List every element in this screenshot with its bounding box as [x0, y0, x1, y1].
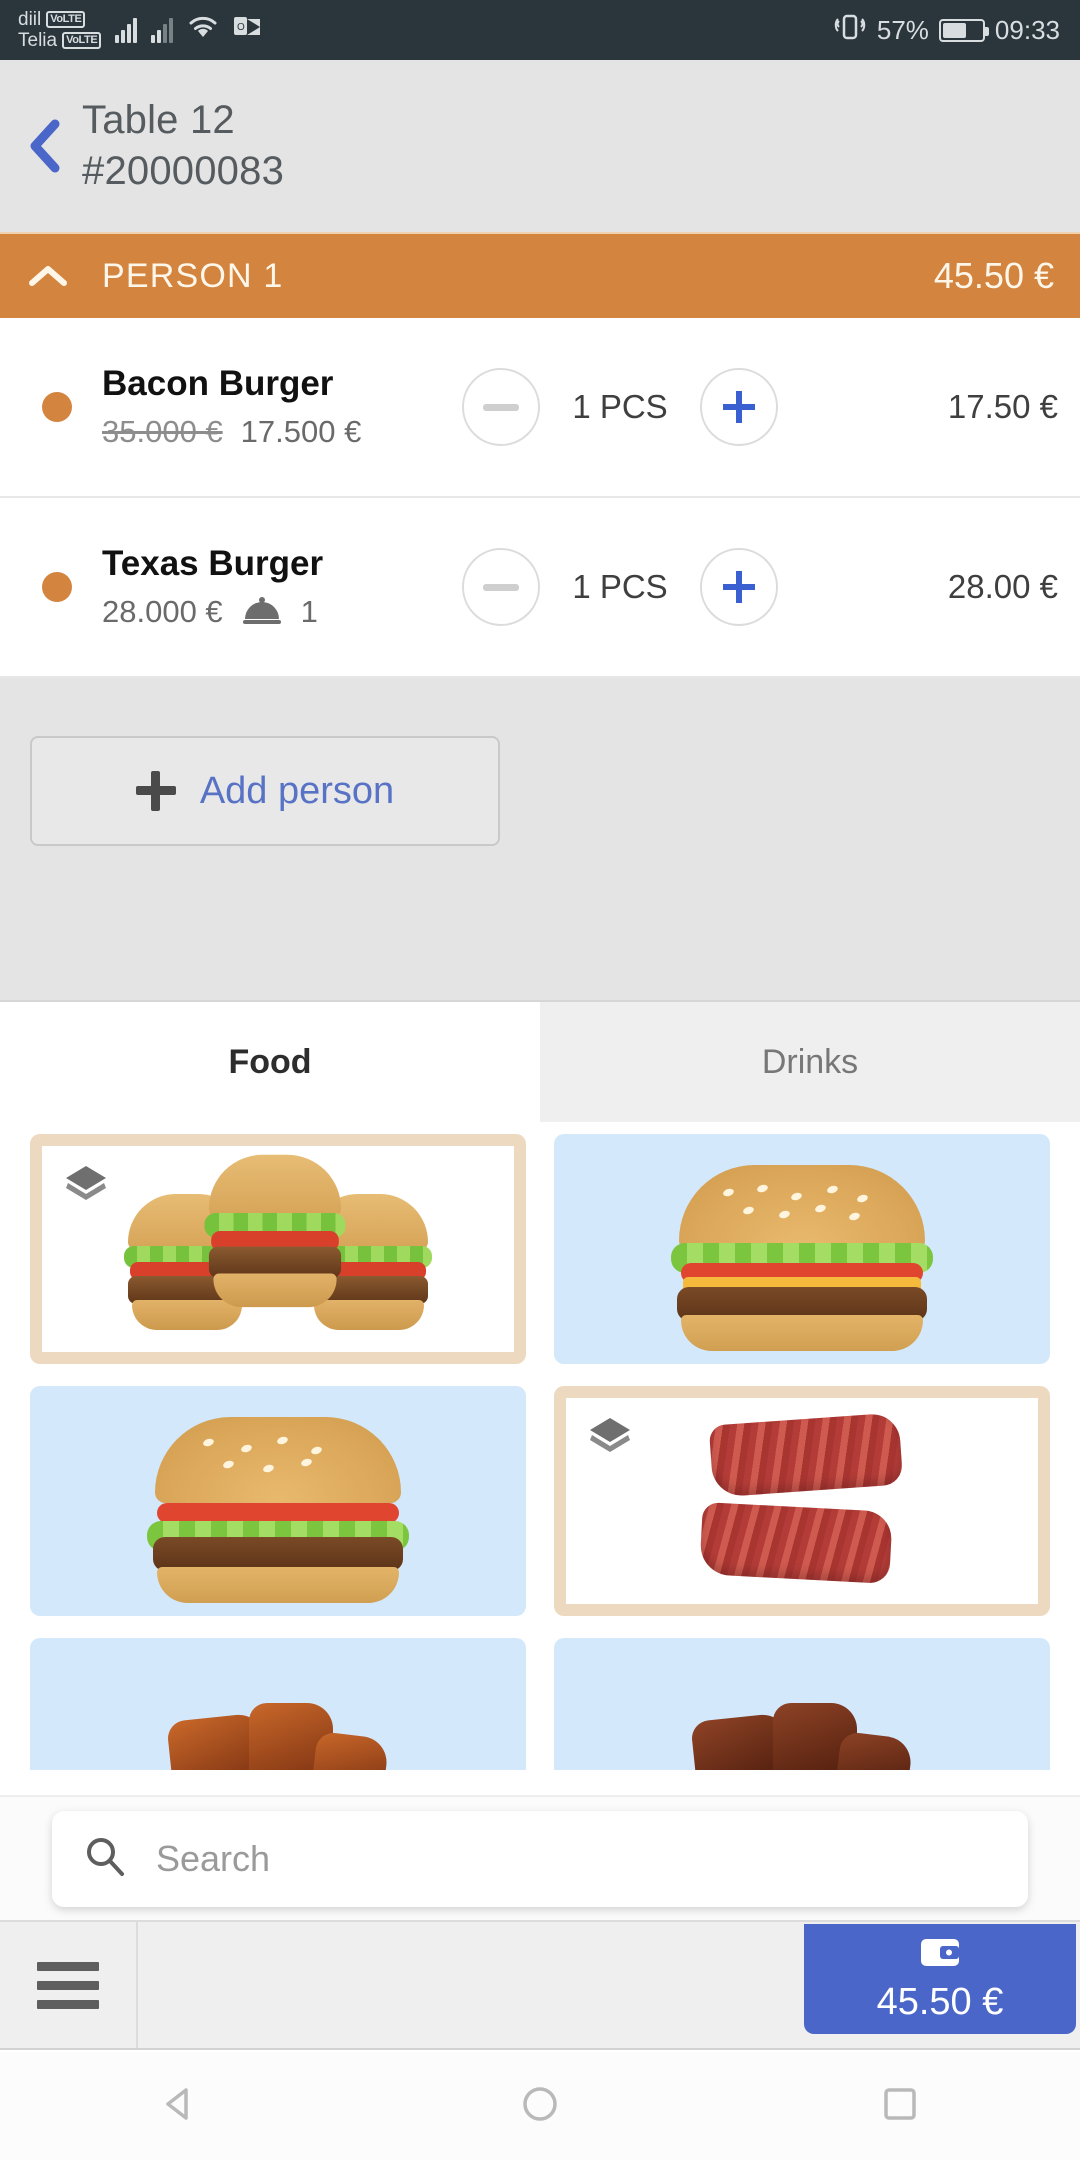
add-person-area: Add person — [0, 678, 1080, 1000]
item-status-dot — [42, 572, 72, 602]
item-price-line: 35.000 € 17.500 € — [102, 414, 462, 450]
add-person-label: Add person — [199, 769, 395, 812]
item-line-total: 17.50 € — [947, 388, 1058, 425]
roast-art — [687, 1693, 917, 1770]
item-name: Bacon Burger — [102, 364, 334, 403]
battery-icon — [938, 18, 989, 42]
nav-home-icon[interactable] — [517, 2081, 563, 2132]
layers-icon — [60, 1160, 112, 1217]
search-field[interactable]: Search — [52, 1811, 1028, 1907]
status-bar-left: diil VoLTE Telia VoLTE O — [18, 8, 261, 51]
decrease-quantity-button[interactable] — [462, 548, 540, 626]
battery-percent-label: 57% — [876, 14, 929, 45]
search-bar-container: Search — [0, 1795, 1080, 1920]
status-bar: diil VoLTE Telia VoLTE O 57% 09:33 — [0, 0, 1080, 60]
android-nav-bar — [0, 2052, 1080, 2160]
nav-recents-icon[interactable] — [877, 2081, 923, 2132]
svg-text:O: O — [237, 22, 245, 33]
nav-back-icon[interactable] — [157, 2081, 203, 2132]
item-course-number: 1 — [300, 594, 318, 629]
product-tile-burgers-category[interactable] — [30, 1134, 526, 1364]
outlook-icon: O — [233, 14, 261, 46]
clock-label: 09:33 — [994, 14, 1060, 45]
burger-art — [667, 1159, 937, 1351]
item-price-line: 28.000 € 1 — [102, 594, 462, 630]
increase-quantity-button[interactable] — [700, 548, 778, 626]
item-quantity: 1 PCS — [572, 388, 668, 425]
product-tile-ribs[interactable] — [30, 1638, 526, 1770]
search-icon — [82, 1834, 128, 1885]
vibrate-icon — [833, 12, 867, 49]
chevron-up-icon[interactable] — [26, 261, 82, 291]
ribs-art — [163, 1693, 393, 1770]
increase-quantity-button[interactable] — [700, 368, 778, 446]
product-grid-container — [0, 1122, 1080, 1770]
carrier-labels: diil VoLTE Telia VoLTE — [18, 8, 102, 51]
wallet-icon — [918, 1934, 962, 1975]
tile-inner — [42, 1146, 514, 1352]
burger-art — [143, 1411, 413, 1603]
product-tile-roast[interactable] — [554, 1638, 1050, 1770]
item-unit-price: 17.500 € — [240, 414, 362, 449]
pay-button[interactable]: 45.50 € — [804, 1924, 1076, 2034]
item-name: Texas Burger — [102, 544, 324, 583]
decrease-quantity-button[interactable] — [462, 368, 540, 446]
bottom-bar-spacer — [138, 1922, 804, 2048]
volte-badge-2: VoLTE — [62, 32, 102, 49]
status-bar-right: 57% 09:33 — [833, 0, 1060, 60]
serving-dome-icon — [241, 597, 283, 627]
person-total: 45.50 € — [933, 255, 1054, 296]
hamburger-menu-icon[interactable] — [0, 1922, 138, 2048]
burger-art — [204, 1154, 346, 1334]
item-line-total: 28.00 € — [947, 568, 1058, 605]
tab-food[interactable]: Food — [0, 1002, 540, 1122]
category-tabs: Food Drinks — [0, 1000, 1080, 1122]
triple-burger-art — [124, 1154, 432, 1334]
item-info: Bacon Burger 35.000 € 17.500 € — [102, 364, 462, 450]
volte-badge-1: VoLTE — [46, 11, 86, 28]
signal-bars-icon-2 — [151, 17, 174, 43]
signal-bars-icon-1 — [115, 17, 138, 43]
person-header-bar[interactable]: PERSON 1 45.50 € — [0, 232, 1080, 318]
item-info: Texas Burger 28.000 € 1 — [102, 544, 462, 630]
product-tile-steak-category[interactable] — [554, 1386, 1050, 1616]
pay-amount: 45.50 € — [876, 1981, 1004, 2023]
carrier-name-2: Telia — [18, 29, 58, 51]
tab-drinks[interactable]: Drinks — [540, 1002, 1080, 1122]
carrier-name-1: diil — [18, 8, 42, 30]
product-tile-cheeseburger[interactable] — [554, 1134, 1050, 1364]
layers-icon — [584, 1412, 636, 1469]
plus-icon — [135, 771, 176, 811]
wifi-icon — [187, 14, 219, 46]
carrier-row-1: diil VoLTE — [18, 8, 101, 30]
item-unit-price: 28.000 € — [102, 594, 223, 629]
item-status-dot — [42, 392, 72, 422]
order-item-row[interactable]: Texas Burger 28.000 € 1 1 PCS 28.00 € — [0, 498, 1080, 678]
item-old-price: 35.000 € — [102, 414, 223, 449]
product-tile-beef-burger[interactable] — [30, 1386, 526, 1616]
steak-art — [697, 1411, 907, 1591]
order-titles: Table 12 #20000083 — [82, 98, 284, 194]
add-person-button[interactable]: Add person — [30, 736, 500, 846]
back-chevron-icon[interactable] — [22, 116, 68, 176]
page-title: Table 12 — [82, 98, 235, 142]
product-grid — [30, 1134, 1050, 1770]
order-header: Table 12 #20000083 — [0, 60, 1080, 232]
person-label: PERSON 1 — [102, 256, 284, 295]
search-input[interactable]: Search — [156, 1838, 270, 1880]
bottom-action-bar: 45.50 € — [0, 1920, 1080, 2050]
order-item-row[interactable]: Bacon Burger 35.000 € 17.500 € 1 PCS 17.… — [0, 318, 1080, 498]
order-number: #20000083 — [82, 149, 285, 193]
item-quantity: 1 PCS — [572, 568, 668, 605]
carrier-row-2: Telia VoLTE — [18, 29, 102, 51]
tile-inner — [566, 1398, 1038, 1604]
